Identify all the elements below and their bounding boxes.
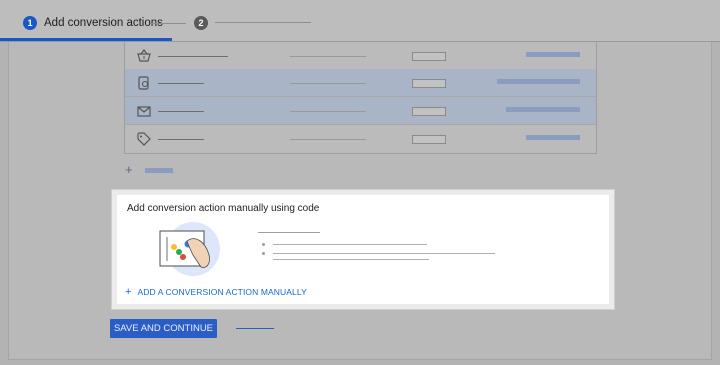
table-row[interactable] xyxy=(125,42,596,70)
secondary-action-link[interactable] xyxy=(236,328,274,329)
table-row[interactable] xyxy=(125,97,596,125)
step-2-badge: 2 xyxy=(194,16,208,30)
row-status-box xyxy=(412,107,446,116)
card-title: Add conversion action manually using cod… xyxy=(127,203,320,214)
row-name-placeholder xyxy=(158,83,204,84)
plus-icon[interactable]: + xyxy=(125,163,133,176)
mail-icon xyxy=(137,106,151,117)
add-conversion-link[interactable] xyxy=(145,168,173,173)
bullet-text-placeholder xyxy=(273,244,427,245)
row-detail-placeholder xyxy=(290,56,366,57)
manual-code-card: Add conversion action manually using cod… xyxy=(112,190,614,309)
active-step-indicator xyxy=(0,38,172,41)
bullet-point xyxy=(262,252,265,255)
plus-icon: + xyxy=(125,286,132,298)
phone-icon xyxy=(138,76,149,90)
row-status-box xyxy=(412,135,446,144)
step-1-badge: 1 xyxy=(23,16,37,30)
table-row[interactable] xyxy=(125,69,596,97)
bullet-point xyxy=(262,243,265,246)
row-action-link[interactable] xyxy=(526,135,580,140)
row-action-link[interactable] xyxy=(497,79,580,84)
table-row[interactable] xyxy=(125,125,596,153)
row-action-link[interactable] xyxy=(526,52,580,57)
row-status-box xyxy=(412,79,446,88)
card-subheading-placeholder xyxy=(258,232,320,233)
tag-icon xyxy=(137,132,151,146)
row-detail-placeholder xyxy=(290,83,366,84)
bullet-text-placeholder xyxy=(273,259,429,260)
row-name-placeholder xyxy=(158,139,204,140)
basket-icon xyxy=(137,49,151,62)
row-action-link[interactable] xyxy=(506,107,580,112)
stepper-header: 1 Add conversion actions 2 xyxy=(0,0,720,42)
step-2-label-placeholder xyxy=(215,22,311,23)
add-conversion-manually-label: ADD A CONVERSION ACTION MANUALLY xyxy=(137,287,307,297)
step-connector xyxy=(150,23,186,24)
row-name-placeholder xyxy=(158,56,228,57)
conversion-actions-table xyxy=(124,42,597,154)
save-and-continue-button[interactable]: SAVE AND CONTINUE xyxy=(110,319,217,338)
code-illustration-icon xyxy=(159,222,220,276)
row-detail-placeholder xyxy=(290,111,366,112)
row-status-box xyxy=(412,52,446,61)
row-detail-placeholder xyxy=(290,139,366,140)
add-conversion-manually-link[interactable]: + ADD A CONVERSION ACTION MANUALLY xyxy=(125,287,307,298)
row-name-placeholder xyxy=(158,111,204,112)
step-1-label: Add conversion actions xyxy=(44,17,163,29)
bullet-text-placeholder xyxy=(273,253,495,254)
